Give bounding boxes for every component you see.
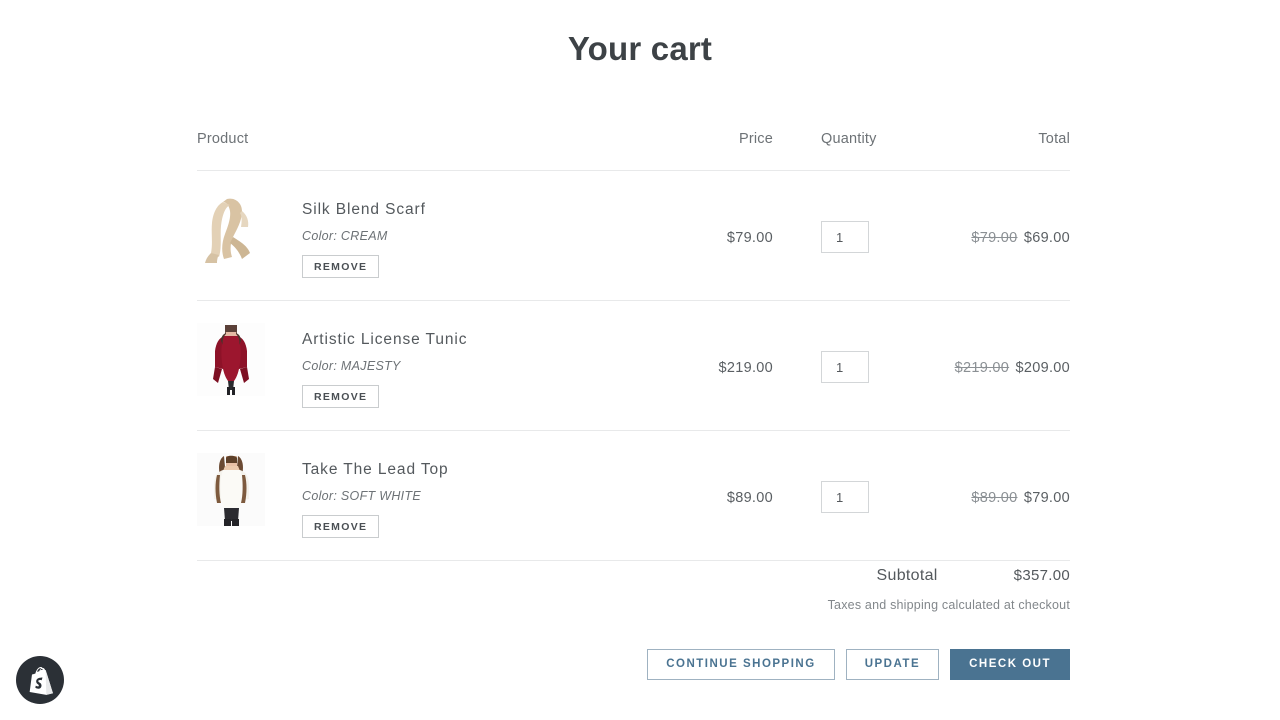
quantity-input[interactable] — [821, 351, 869, 383]
cart-summary: Subtotal $357.00 Taxes and shipping calc… — [197, 540, 1070, 612]
product-total: $219.00 $209.00 — [898, 323, 1070, 376]
original-price: $79.00 — [971, 230, 1017, 246]
remove-button[interactable]: REMOVE — [302, 255, 379, 279]
column-header-price: Price — [643, 131, 773, 147]
quantity-cell — [773, 323, 898, 383]
table-row: Silk Blend Scarf Color: CREAM REMOVE $79… — [197, 171, 1070, 301]
product-total: $89.00 $79.00 — [898, 453, 1070, 506]
product-price: $79.00 — [643, 193, 773, 246]
subtotal-label: Subtotal — [877, 567, 938, 585]
product-price: $89.00 — [643, 453, 773, 506]
product-variant: Color: CREAM — [302, 229, 426, 243]
product-price: $219.00 — [643, 323, 773, 376]
silk-blend-scarf-thumbnail[interactable] — [197, 193, 265, 266]
product-variant: Color: SOFT WHITE — [302, 489, 449, 503]
tax-shipping-note: Taxes and shipping calculated at checkou… — [197, 598, 1070, 612]
continue-shopping-button[interactable]: CONTINUE SHOPPING — [647, 649, 834, 680]
product-name[interactable]: Artistic License Tunic — [302, 331, 467, 350]
product-variant: Color: MAJESTY — [302, 359, 467, 373]
discounted-price: $79.00 — [1024, 490, 1070, 506]
quantity-cell — [773, 193, 898, 253]
table-row: Artistic License Tunic Color: MAJESTY RE… — [197, 301, 1070, 431]
cart-table: Product Price Quantity Total — [197, 131, 1070, 561]
take-the-lead-top-thumbnail[interactable] — [197, 453, 265, 526]
discounted-price: $69.00 — [1024, 230, 1070, 246]
page-title: Your cart — [0, 30, 1280, 68]
column-header-quantity: Quantity — [773, 131, 898, 147]
cart-item-product-cell: Take The Lead Top Color: SOFT WHITE REMO… — [197, 453, 643, 538]
cart-item-details: Silk Blend Scarf Color: CREAM REMOVE — [265, 193, 426, 278]
cart-page: Your cart Product Price Quantity Total — [0, 0, 1280, 720]
shopify-badge[interactable] — [16, 656, 64, 704]
product-name[interactable]: Take The Lead Top — [302, 461, 449, 480]
checkout-button[interactable]: CHECK OUT — [950, 649, 1070, 680]
quantity-input[interactable] — [821, 481, 869, 513]
update-button[interactable]: UPDATE — [846, 649, 939, 680]
quantity-input[interactable] — [821, 221, 869, 253]
product-total: $79.00 $69.00 — [898, 193, 1070, 246]
column-header-product: Product — [197, 131, 643, 147]
cart-item-details: Artistic License Tunic Color: MAJESTY RE… — [265, 323, 467, 408]
cart-actions: CONTINUE SHOPPING UPDATE CHECK OUT — [197, 649, 1070, 680]
discounted-price: $209.00 — [1015, 360, 1070, 376]
shopify-logo-icon — [27, 666, 53, 695]
artistic-license-tunic-thumbnail[interactable] — [197, 323, 265, 396]
cart-item-product-cell: Artistic License Tunic Color: MAJESTY RE… — [197, 323, 643, 408]
original-price: $89.00 — [971, 490, 1017, 506]
subtotal-row: Subtotal $357.00 — [197, 540, 1070, 585]
subtotal-value: $357.00 — [1014, 567, 1070, 584]
original-price: $219.00 — [955, 360, 1010, 376]
cart-item-product-cell: Silk Blend Scarf Color: CREAM REMOVE — [197, 193, 643, 278]
remove-button[interactable]: REMOVE — [302, 515, 379, 539]
cart-item-details: Take The Lead Top Color: SOFT WHITE REMO… — [265, 453, 449, 538]
cart-table-header: Product Price Quantity Total — [197, 131, 1070, 171]
remove-button[interactable]: REMOVE — [302, 385, 379, 409]
product-name[interactable]: Silk Blend Scarf — [302, 201, 426, 220]
column-header-total: Total — [898, 131, 1070, 147]
quantity-cell — [773, 453, 898, 513]
